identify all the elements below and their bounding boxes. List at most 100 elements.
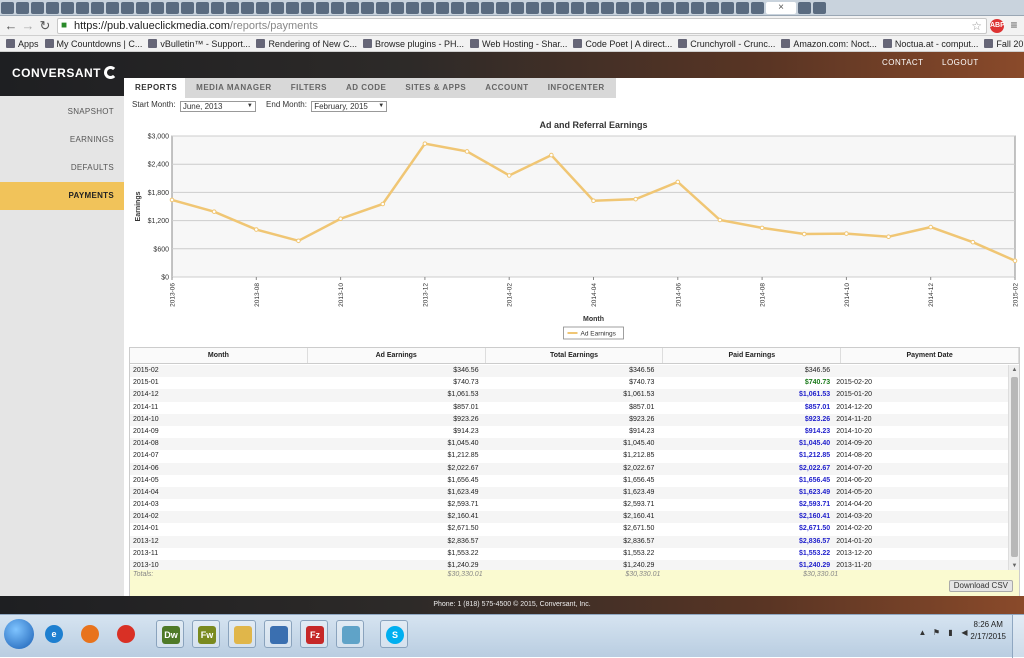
start-month-select[interactable]: June, 2013 ▼ [179,101,256,112]
bookmark-item[interactable]: Noctua.at - comput... [882,36,978,51]
firefox-icon[interactable] [76,620,104,648]
browser-tab[interactable] [556,2,569,14]
browser-tab[interactable] [346,2,359,14]
browser-tab[interactable] [451,2,464,14]
chrome-icon[interactable] [112,620,140,648]
browser-tab[interactable] [316,2,329,14]
browser-tab[interactable] [166,2,179,14]
bookmark-item[interactable]: vBulletin™ - Support... [148,36,250,51]
browser-tab[interactable] [301,2,314,14]
ie-icon[interactable]: e [40,620,68,648]
browser-tab[interactable] [286,2,299,14]
browser-tab[interactable] [1,2,14,14]
table-scrollbar[interactable]: ▲ ▼ [1008,365,1019,571]
browser-tab-active[interactable]: × [766,2,796,14]
browser-tab[interactable] [646,2,659,14]
browser-tab[interactable] [661,2,674,14]
scroll-up-icon[interactable]: ▲ [1009,365,1020,375]
browser-tab[interactable] [798,2,811,14]
bookmark-item[interactable]: Web Hosting - Shar... [470,36,567,51]
browser-tab[interactable] [616,2,629,14]
adblock-icon[interactable]: ABP [990,19,1005,33]
browser-tab[interactable] [16,2,29,14]
app-icon[interactable] [336,620,364,648]
browser-tab[interactable] [496,2,509,14]
browser-tab[interactable] [541,2,554,14]
sidebar-item-payments[interactable]: PAYMENTS [0,182,124,210]
fireworks-icon[interactable]: Fw [192,620,220,648]
tray-chevron-icon[interactable]: ▲ [918,628,927,637]
browser-tab[interactable] [31,2,44,14]
bookmark-item[interactable]: Apps [6,36,39,51]
browser-tab[interactable] [466,2,479,14]
menu-icon[interactable]: ≡ [1008,18,1020,32]
browser-tab[interactable] [151,2,164,14]
start-button[interactable] [4,619,34,649]
bookmark-item[interactable]: Browse plugins - PH... [362,36,464,51]
sidebar-item-snapshot[interactable]: SNAPSHOT [0,98,124,126]
browser-tab[interactable] [751,2,764,14]
browser-tab[interactable] [706,2,719,14]
browser-tab[interactable] [676,2,689,14]
browser-tab[interactable] [226,2,239,14]
browser-tab[interactable] [511,2,524,14]
browser-tab[interactable] [76,2,89,14]
reload-icon[interactable]: ↻ [37,18,53,34]
tab-sites-apps[interactable]: SITES & APPS [394,78,478,98]
forward-icon[interactable]: → [20,18,36,34]
download-csv-button[interactable]: Download CSV [948,580,1013,592]
tab-account[interactable]: ACCOUNT [474,78,540,98]
browser-tab[interactable] [136,2,149,14]
browser-tab[interactable] [421,2,434,14]
volume-icon[interactable]: ◀ [960,628,969,637]
browser-tab[interactable] [631,2,644,14]
browser-tab[interactable] [601,2,614,14]
browser-tab[interactable] [181,2,194,14]
clock[interactable]: 8:26 AM 2/17/2015 [970,619,1006,643]
bookmark-item[interactable]: Fall 2014 Season Ne... [984,36,1024,51]
logo[interactable]: CONVERSANT [12,66,118,80]
browser-tab[interactable] [106,2,119,14]
show-desktop-button[interactable] [1012,615,1024,658]
browser-tab[interactable] [91,2,104,14]
end-month-select[interactable]: February, 2015 ▼ [311,101,388,112]
column-header[interactable]: Paid Earnings [663,348,842,363]
close-icon[interactable]: × [778,2,784,13]
bookmark-item[interactable]: Rendering of New C... [256,36,357,51]
browser-tab[interactable] [121,2,134,14]
filezilla-icon[interactable]: Fz [300,620,328,648]
tab-filters[interactable]: FILTERS [279,78,338,98]
browser-tab[interactable] [481,2,494,14]
column-header[interactable]: Payment Date [841,348,1019,363]
browser-tab[interactable] [196,2,209,14]
bookmark-star-icon[interactable]: ☆ [971,19,982,33]
browser-tab[interactable] [721,2,734,14]
browser-tab[interactable] [736,2,749,14]
bookmark-item[interactable]: Code Poet | A direct... [573,36,672,51]
back-icon[interactable]: ← [3,18,19,34]
browser-tab[interactable] [361,2,374,14]
browser-tab[interactable] [256,2,269,14]
browser-tab[interactable] [436,2,449,14]
network-tray-icon[interactable]: ▮ [946,628,955,637]
browser-tab[interactable] [271,2,284,14]
column-header[interactable]: Ad Earnings [308,348,486,363]
dreamweaver-icon[interactable]: Dw [156,620,184,648]
tab-ad-code[interactable]: AD CODE [334,78,398,98]
browser-tab[interactable] [813,2,826,14]
explorer-icon[interactable] [228,620,256,648]
browser-tab[interactable] [571,2,584,14]
browser-tab[interactable] [46,2,59,14]
sidebar-item-defaults[interactable]: DEFAULTS [0,154,124,182]
logout-link[interactable]: LOGOUT [942,58,979,67]
browser-tab[interactable] [241,2,254,14]
browser-tab[interactable] [331,2,344,14]
browser-tab[interactable] [586,2,599,14]
scroll-thumb[interactable] [1011,377,1018,557]
tab-media-manager[interactable]: MEDIA MANAGER [185,78,283,98]
browser-tab[interactable] [61,2,74,14]
tab-reports[interactable]: REPORTS [124,78,189,98]
network-icon[interactable] [264,620,292,648]
bookmark-item[interactable]: Crunchyroll - Crunc... [678,36,775,51]
browser-tab[interactable] [526,2,539,14]
